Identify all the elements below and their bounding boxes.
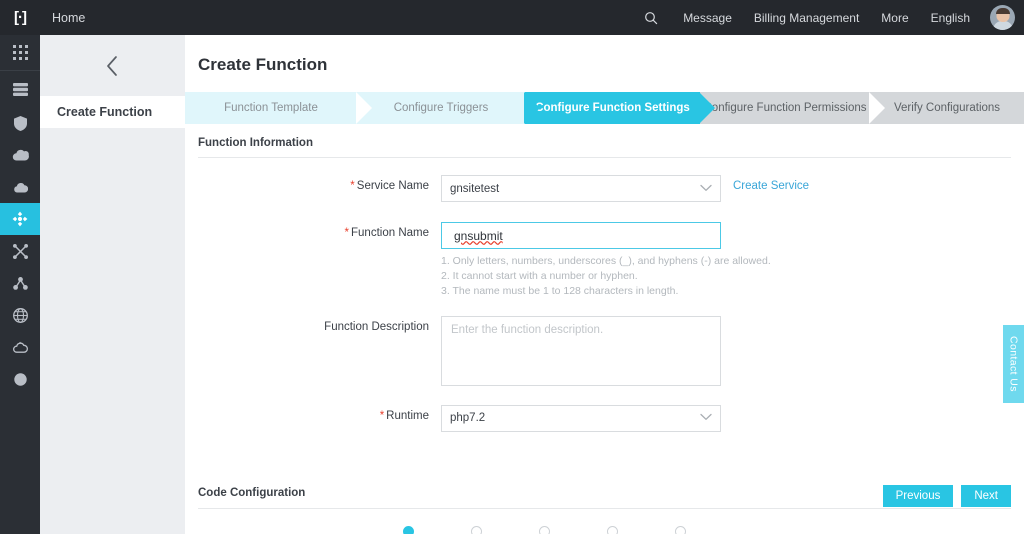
form-panel: Basic Management Configuration Function … — [185, 93, 1024, 432]
avatar-hair — [995, 8, 1010, 14]
form-row-function-description: Function Description Enter the function … — [198, 315, 1011, 386]
network-cross-icon[interactable] — [0, 235, 40, 267]
server-stack-icon[interactable] — [0, 71, 40, 107]
topbar-right-group: Message Billing Management More English — [634, 0, 1024, 35]
logo[interactable]: [·] — [0, 0, 40, 35]
code-source-radio-5[interactable] — [675, 526, 686, 534]
nav-more[interactable]: More — [870, 11, 919, 25]
section-divider — [198, 508, 1011, 509]
chevron-down-icon — [700, 412, 712, 424]
function-name-value: gnsubmit — [454, 228, 503, 243]
required-marker: * — [379, 409, 385, 422]
code-source-radio-group — [198, 526, 1011, 534]
function-name-input[interactable]: gnsubmit — [441, 222, 721, 249]
hint-line: 1. Only letters, numbers, underscores (_… — [441, 255, 771, 267]
main-content: Create Function Function Template Config… — [185, 35, 1024, 534]
section-divider — [198, 157, 1011, 158]
nav-message[interactable]: Message — [672, 11, 743, 25]
contact-us-tab[interactable]: Contact Us — [1003, 325, 1024, 403]
code-source-radio-1[interactable] — [403, 526, 414, 534]
sidebar-item-create-function[interactable]: Create Function — [40, 96, 185, 128]
form-row-runtime: * Runtime php7.2 — [198, 404, 1011, 432]
subsection-title: Function Information — [198, 137, 313, 149]
function-compute-icon[interactable] — [0, 203, 40, 235]
service-name-label: * Service Name — [198, 175, 441, 192]
form-row-service-name: * Service Name gnsitetest Create Service — [198, 175, 1011, 202]
nav-billing-management[interactable]: Billing Management — [743, 11, 870, 25]
step-arrow-icon — [699, 92, 715, 124]
previous-button[interactable]: Previous — [882, 485, 954, 507]
step-label: Configure Function Settings — [535, 102, 690, 114]
step-configure-function-settings[interactable]: Configure Function Settings — [525, 92, 715, 124]
nodes-icon[interactable] — [0, 267, 40, 299]
required-marker: * — [350, 180, 355, 192]
wizard-steps: Function Template Configure Triggers Con… — [185, 92, 1024, 124]
circle-icon[interactable] — [0, 363, 40, 395]
chevron-down-icon — [700, 183, 712, 195]
code-source-radio-4[interactable] — [607, 526, 618, 534]
nav-language[interactable]: English — [920, 11, 981, 25]
function-name-field-group: gnsubmit 1. Only letters, numbers, under… — [441, 222, 771, 299]
avatar-body — [992, 21, 1013, 30]
label-text: Function Name — [351, 227, 429, 239]
runtime-field-group: php7.2 — [441, 404, 721, 432]
step-label: Function Template — [224, 102, 318, 114]
step-verify-configurations[interactable]: Verify Configurations — [870, 92, 1024, 124]
form-row-function-name: * Function Name gnsubmit 1. Only letters,… — [198, 222, 1011, 299]
next-button[interactable]: Next — [961, 485, 1011, 507]
function-description-field-group: Enter the function description. — [441, 315, 721, 386]
page-title: Create Function — [198, 55, 328, 74]
shield-icon[interactable] — [0, 107, 40, 139]
cloud-monitor-icon[interactable] — [0, 331, 40, 363]
secondary-sidebar: Create Function — [40, 35, 185, 534]
step-configure-triggers[interactable]: Configure Triggers — [357, 92, 540, 124]
step-arrow-icon — [524, 92, 540, 124]
code-source-radio-2[interactable] — [471, 526, 482, 534]
step-label: Configure Triggers — [393, 102, 489, 114]
service-name-value: gnsitetest — [450, 182, 500, 195]
runtime-label: * Runtime — [198, 405, 441, 422]
bracket-logo-icon: [·] — [14, 9, 27, 26]
primary-icon-rail — [0, 35, 40, 534]
function-name-label: * Function Name — [198, 222, 441, 239]
function-description-placeholder: Enter the function description. — [451, 323, 604, 336]
globe-icon[interactable] — [0, 299, 40, 331]
avatar[interactable] — [990, 5, 1015, 30]
function-name-hints: 1. Only letters, numbers, underscores (_… — [441, 254, 771, 299]
service-name-field-group: gnsitetest Create Service — [441, 175, 809, 202]
apps-grid-icon[interactable] — [0, 35, 40, 71]
wizard-actions: Previous Next — [882, 485, 1011, 507]
step-arrow-icon — [356, 92, 372, 124]
cloud-icon[interactable] — [0, 171, 40, 203]
function-description-textarea[interactable]: Enter the function description. — [441, 315, 721, 386]
step-function-template[interactable]: Function Template — [185, 92, 372, 124]
sidebar-item-label: Create Function — [57, 105, 153, 119]
home-link[interactable]: Home — [52, 11, 85, 25]
sidebar-collapse-button[interactable] — [40, 35, 185, 96]
sidebar-menu: Create Function — [40, 96, 185, 128]
cloud-storage-icon[interactable] — [0, 139, 40, 171]
step-label: Verify Configurations — [893, 102, 1001, 114]
top-navigation-bar: [·] Home Message Billing Management More… — [0, 0, 1024, 35]
step-arrow-icon — [869, 92, 885, 124]
label-text: Runtime — [386, 409, 429, 422]
service-name-select[interactable]: gnsitetest — [441, 175, 721, 202]
runtime-select[interactable]: php7.2 — [441, 404, 721, 432]
hint-line: 3. The name must be 1 to 128 characters … — [441, 284, 679, 297]
create-service-link[interactable]: Create Service — [733, 175, 809, 202]
code-source-radio-3[interactable] — [539, 526, 550, 534]
step-label: Configure Function Permissions — [703, 102, 867, 114]
function-description-label: Function Description — [198, 316, 441, 333]
hint-line: 2. It cannot start with a number or hyph… — [441, 269, 638, 282]
runtime-value: php7.2 — [450, 412, 486, 425]
step-configure-function-permissions[interactable]: Configure Function Permissions — [700, 92, 885, 124]
label-text: Service Name — [356, 180, 429, 192]
search-icon[interactable] — [634, 11, 672, 25]
chevron-left-icon — [106, 55, 117, 76]
label-text: Function Description — [324, 320, 429, 333]
required-marker: * — [344, 227, 350, 239]
